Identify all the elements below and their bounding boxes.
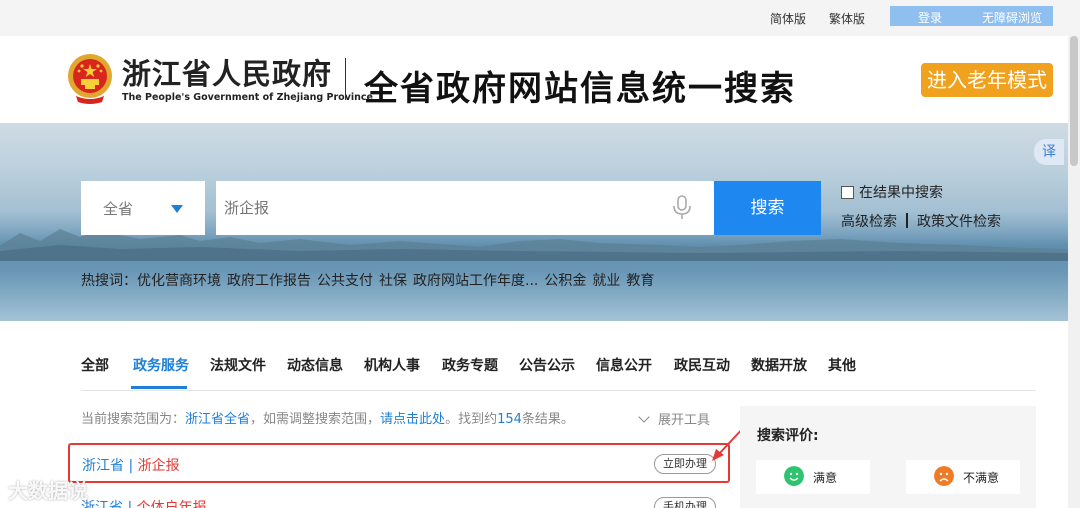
- tab-regulations[interactable]: 法规文件: [210, 355, 266, 375]
- unsatisfied-label: 不满意: [963, 471, 1000, 485]
- tab-personnel[interactable]: 机构人事: [364, 355, 420, 375]
- watermark: 大数据说: [8, 479, 88, 503]
- link-separator: [906, 213, 908, 228]
- gov-name-chinese: 浙江省人民政府: [122, 57, 333, 91]
- traditional-chinese-link[interactable]: 繁体版: [829, 10, 865, 27]
- caret-down-icon: [171, 205, 183, 213]
- tabs-divider: [81, 390, 1036, 391]
- result-region: 浙江省: [82, 458, 124, 474]
- category-tabs: 全部 政务服务 法规文件 动态信息 机构人事 政务专题 公告公示 信息公开 政民…: [0, 321, 1068, 391]
- found-prefix: 。找到约: [445, 412, 498, 427]
- hot-word[interactable]: 公共支付: [317, 273, 373, 289]
- found-suffix: 条结果。: [521, 412, 574, 427]
- hot-word[interactable]: 教育: [626, 273, 654, 289]
- elder-mode-button[interactable]: 进入老年模式: [921, 63, 1053, 97]
- hot-word[interactable]: 优化营商环境: [137, 273, 221, 289]
- top-utility-bar: 简体版 繁体版 登录 无障碍浏览: [0, 0, 1080, 36]
- tab-open-data[interactable]: 数据开放: [751, 355, 807, 375]
- header-divider: [345, 58, 346, 100]
- hot-word[interactable]: 政府网站工作年度...: [413, 273, 538, 289]
- account-bar: 登录 无障碍浏览: [890, 6, 1053, 26]
- change-scope-link[interactable]: 请点击此处: [380, 412, 445, 427]
- tab-news[interactable]: 动态信息: [287, 355, 343, 375]
- page-scrollbar[interactable]: [1068, 36, 1080, 508]
- scrollbar-thumb[interactable]: [1070, 36, 1078, 166]
- login-link[interactable]: 登录: [918, 9, 942, 26]
- result-name: 个体户年报: [136, 500, 207, 508]
- result-title[interactable]: 浙江省 | 浙企报: [82, 455, 180, 475]
- frown-icon: [934, 466, 954, 486]
- result-separator: |: [123, 500, 137, 508]
- search-button[interactable]: 搜索: [714, 181, 821, 235]
- tab-all[interactable]: 全部: [81, 355, 109, 375]
- translate-button[interactable]: 译: [1034, 139, 1064, 165]
- tab-government-services[interactable]: 政务服务: [133, 355, 189, 375]
- search-within-results[interactable]: 在结果中搜索: [841, 182, 943, 202]
- hot-word[interactable]: 社保: [379, 273, 407, 289]
- result-separator: |: [124, 458, 138, 474]
- result-item[interactable]: 浙江省 | 个体户年报: [81, 497, 207, 508]
- search-scope-info: 当前搜索范围为：浙江省全省，如需调整搜索范围，请点击此处。找到约154条结果。: [81, 408, 574, 427]
- smile-icon: [784, 466, 804, 486]
- scope-middle: ，如需调整搜索范围，: [250, 412, 381, 427]
- search-input[interactable]: [216, 181, 714, 235]
- policy-search-link[interactable]: 政策文件检索: [917, 214, 1001, 230]
- microphone-icon[interactable]: [672, 195, 692, 221]
- simplified-chinese-link[interactable]: 简体版: [770, 10, 806, 27]
- site-header: 浙江省人民政府 The People's Government of Zheji…: [0, 36, 1068, 123]
- scope-prefix: 当前搜索范围为：: [81, 412, 186, 427]
- search-banner: 译 全省 搜索 在结果中搜索 高级检索 政策文件检索 热搜词：优化营商环境政府工作…: [0, 123, 1068, 321]
- hot-search-words: 热搜词：优化营商环境 政府工作报告 公共支付 社保 政府网站工作年度... 公积金 就业 教育: [81, 270, 660, 290]
- result-count: 154: [497, 412, 522, 427]
- national-emblem-icon: [68, 54, 112, 104]
- advanced-links: 高级检索 政策文件检索: [841, 211, 1001, 231]
- chevron-down-icon: [638, 411, 650, 423]
- tab-other[interactable]: 其他: [828, 355, 856, 375]
- accessible-browse-link[interactable]: 无障碍浏览: [982, 9, 1042, 26]
- result-item[interactable]: 浙江省 | 浙企报 立即办理: [68, 443, 730, 483]
- search-rating-panel: 搜索评价: 满意 不满意: [740, 406, 1036, 508]
- satisfied-label: 满意: [813, 471, 838, 485]
- satisfied-button[interactable]: 满意: [756, 460, 870, 494]
- advanced-search-link[interactable]: 高级检索: [841, 214, 897, 230]
- mobile-handle-button[interactable]: 手机办理: [654, 497, 716, 508]
- within-results-checkbox[interactable]: [841, 186, 854, 199]
- scope-highlight: 浙江省全省: [185, 412, 251, 427]
- tab-announcements[interactable]: 公告公示: [519, 355, 575, 375]
- tab-disclosure[interactable]: 信息公开: [596, 355, 652, 375]
- gov-name-english: The People's Government of Zhejiang Prov…: [122, 92, 373, 103]
- result-name: 浙企报: [137, 458, 180, 474]
- hot-word[interactable]: 政府工作报告: [227, 273, 311, 289]
- unsatisfied-button[interactable]: 不满意: [906, 460, 1020, 494]
- hot-word[interactable]: 就业: [592, 273, 620, 289]
- tab-interaction[interactable]: 政民互动: [674, 355, 730, 375]
- scope-dropdown[interactable]: 全省: [81, 181, 205, 235]
- within-results-label: 在结果中搜索: [859, 185, 943, 201]
- rating-title: 搜索评价:: [757, 428, 819, 444]
- tab-topics[interactable]: 政务专题: [442, 355, 498, 375]
- hot-search-label: 热搜词：: [81, 273, 137, 289]
- hot-word[interactable]: 公积金: [544, 273, 586, 289]
- active-tab-indicator: [131, 386, 187, 389]
- page-title: 全省政府网站信息统一搜索: [364, 69, 796, 109]
- scope-value: 全省: [103, 200, 134, 218]
